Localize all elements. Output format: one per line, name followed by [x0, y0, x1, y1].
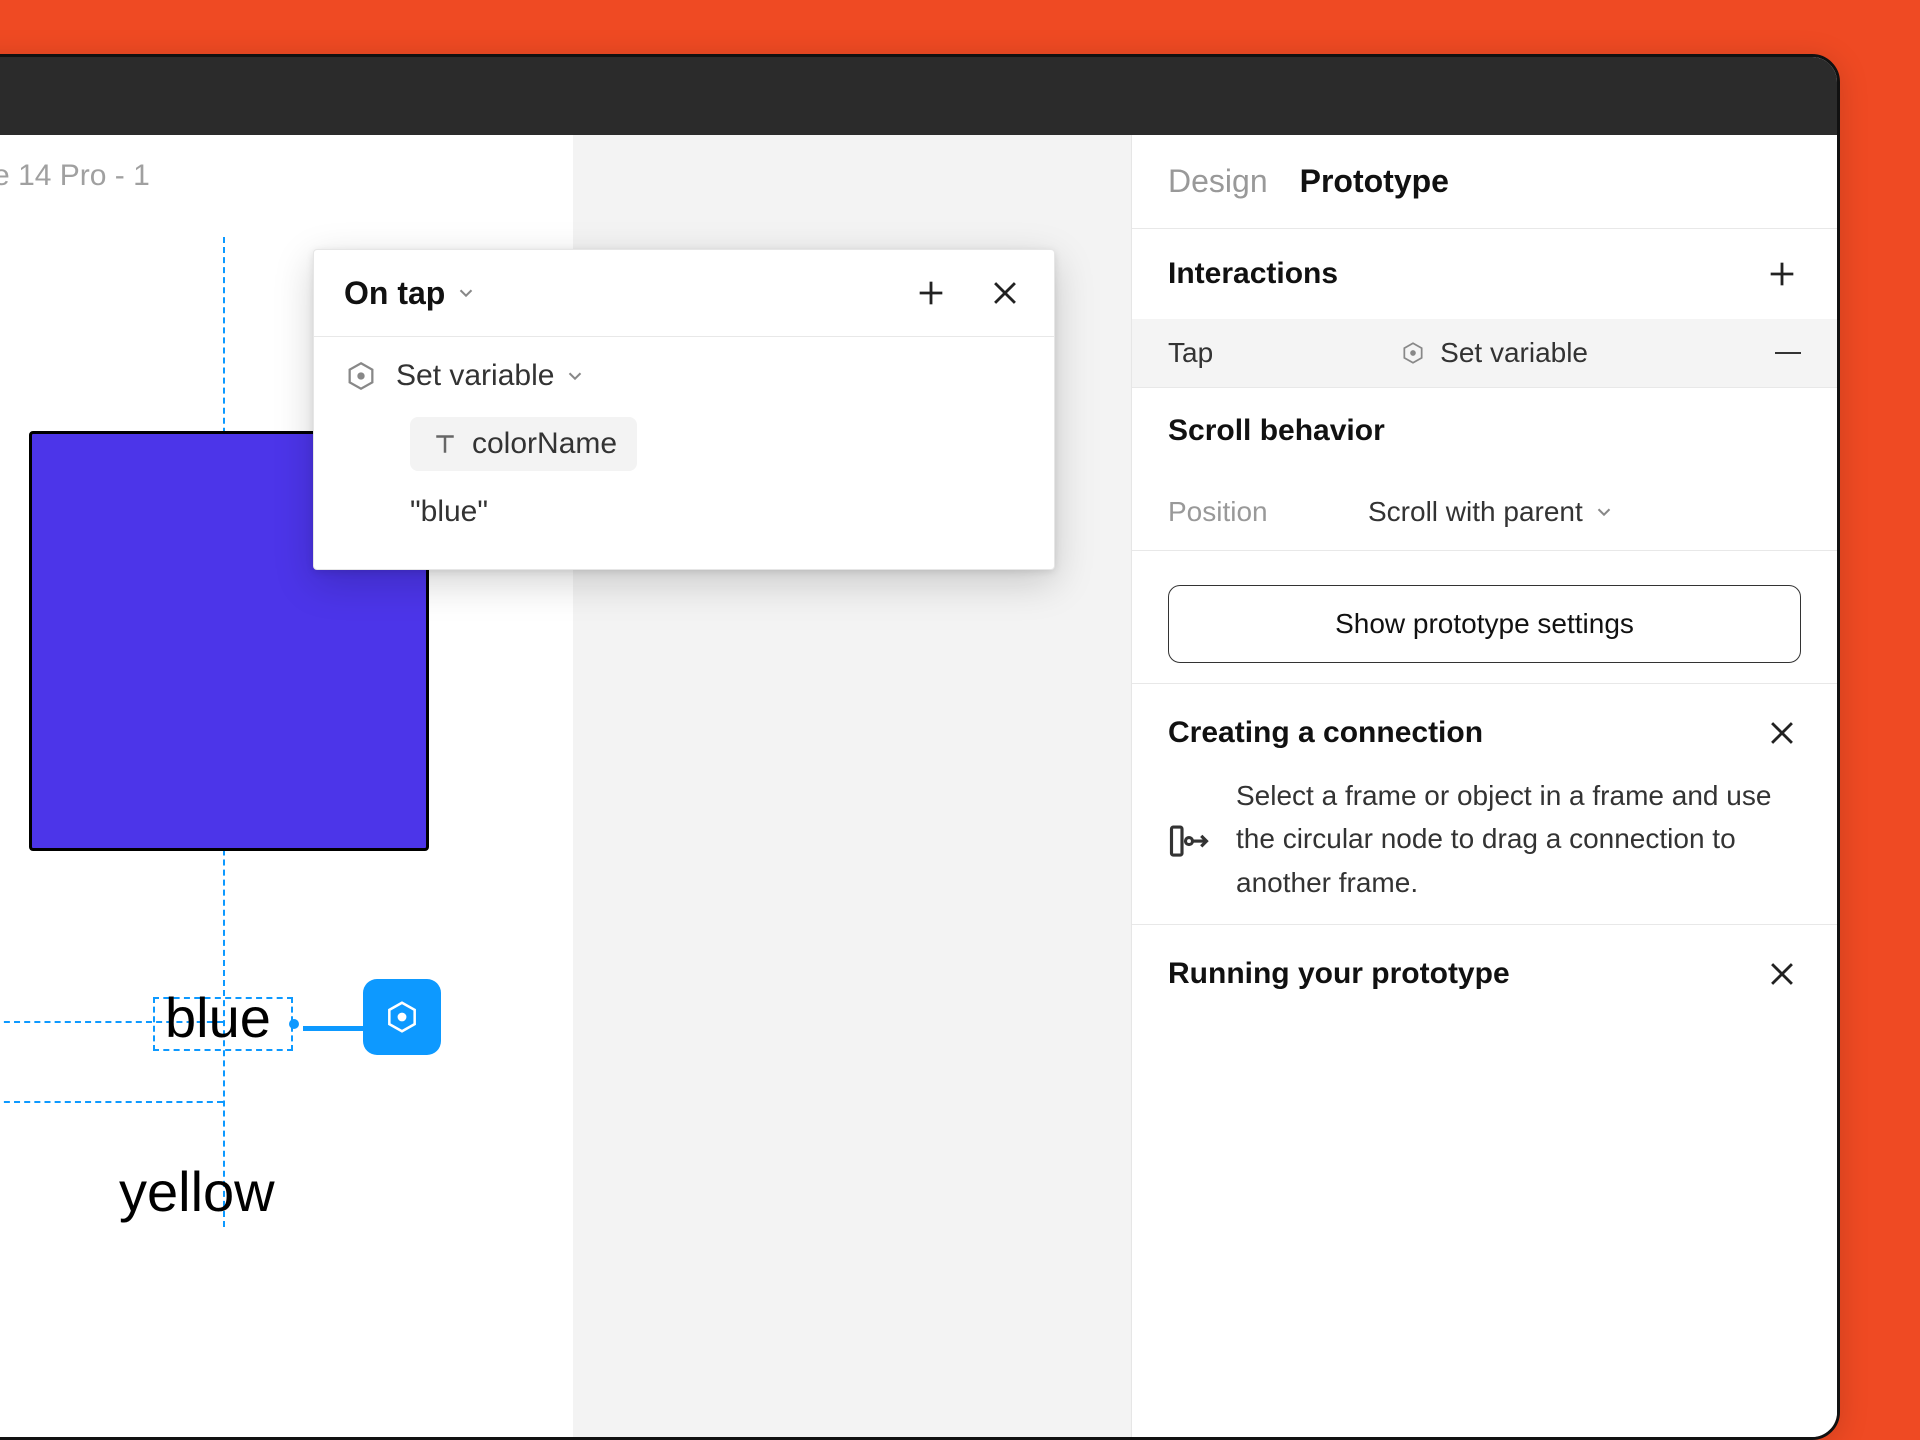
alignment-guide-horizontal: [0, 1101, 223, 1103]
close-icon: [988, 276, 1022, 310]
prototype-connection-handle[interactable]: [289, 1019, 299, 1029]
canvas-text-yellow[interactable]: yellow: [119, 1159, 275, 1224]
interaction-trigger-label: Tap: [1168, 337, 1213, 369]
dismiss-help-button[interactable]: [1763, 955, 1801, 993]
properties-panel: Design Prototype Interactions Tap: [1131, 135, 1837, 1437]
canvas[interactable]: hone 14 Pro - 1 blue yellow: [0, 135, 1131, 1437]
text-type-icon: [430, 429, 460, 459]
scroll-behavior-heading: Scroll behavior: [1168, 414, 1385, 448]
frame-label[interactable]: hone 14 Pro - 1: [0, 159, 150, 193]
variable-icon: [1400, 340, 1426, 366]
add-interaction-button[interactable]: [1763, 255, 1801, 293]
prototype-variable-node[interactable]: [363, 979, 441, 1055]
popover-trigger-dropdown[interactable]: On tap: [344, 275, 477, 312]
prototype-connection-line: [303, 1026, 363, 1031]
chevron-down-icon: [455, 282, 477, 304]
interaction-popover: On tap: [313, 249, 1055, 570]
app-window: hone 14 Pro - 1 blue yellow: [0, 54, 1840, 1440]
tab-design[interactable]: Design: [1168, 163, 1268, 200]
position-dropdown[interactable]: Scroll with parent: [1368, 496, 1615, 528]
close-icon: [1765, 716, 1799, 750]
variable-value[interactable]: "blue": [410, 495, 1024, 529]
interactions-heading: Interactions: [1168, 257, 1338, 291]
interaction-row[interactable]: Tap Set variable: [1132, 319, 1837, 387]
chevron-down-icon: [564, 365, 586, 387]
action-type-dropdown[interactable]: Set variable: [344, 359, 1024, 393]
close-popover-button[interactable]: [986, 274, 1024, 312]
help-title-connection: Creating a connection: [1168, 716, 1483, 750]
plus-icon: [914, 276, 948, 310]
help-title-running: Running your prototype: [1168, 957, 1510, 991]
canvas-text-blue[interactable]: blue: [165, 985, 271, 1050]
chevron-down-icon: [1593, 501, 1615, 523]
variable-pill[interactable]: colorName: [410, 417, 637, 471]
dismiss-help-button[interactable]: [1763, 714, 1801, 752]
help-text-connection: Select a frame or object in a frame and …: [1236, 774, 1801, 904]
tab-prototype[interactable]: Prototype: [1300, 163, 1449, 200]
remove-interaction-button[interactable]: [1775, 352, 1801, 354]
titlebar: [0, 57, 1837, 135]
connection-icon: [1168, 778, 1210, 904]
plus-icon: [1765, 257, 1799, 291]
variable-icon: [344, 359, 378, 393]
position-label: Position: [1168, 496, 1348, 528]
close-icon: [1765, 957, 1799, 991]
interaction-action-label: Set variable: [1440, 337, 1588, 369]
add-action-button[interactable]: [912, 274, 950, 312]
show-prototype-settings-button[interactable]: Show prototype settings: [1168, 585, 1801, 663]
